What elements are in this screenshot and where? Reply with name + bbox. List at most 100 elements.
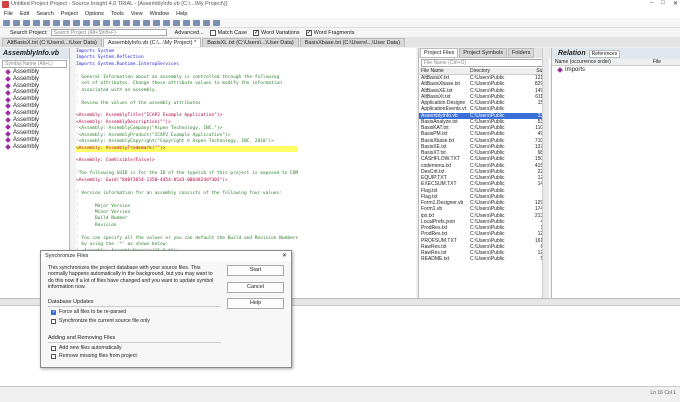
symbol-list-item[interactable]: Assembly (0, 110, 69, 117)
toolbar-tool-icon[interactable] (73, 19, 80, 26)
symbol-list-item[interactable]: Assembly (0, 83, 69, 90)
menu-tools[interactable]: Tools (111, 11, 124, 17)
word-fragments-checkbox[interactable] (305, 29, 312, 36)
toolbar-tool-icon[interactable] (63, 19, 70, 26)
cancel-button[interactable]: Cancel (227, 282, 284, 293)
symbol-list-item[interactable]: Assembly (0, 76, 69, 83)
menu-view[interactable]: View (131, 11, 143, 17)
toolbar-tool-icon[interactable] (153, 19, 160, 26)
file-name-search-input[interactable]: File Name (Ctrl+O) (421, 59, 548, 67)
menu-search[interactable]: Search (36, 11, 53, 17)
menu-file[interactable]: File (4, 11, 13, 17)
file-table: File Name Directory Size AltBasisX.txtC:… (419, 68, 547, 263)
advanced-button[interactable]: Advanced... (175, 30, 204, 36)
toolbar-tool-icon[interactable] (13, 19, 20, 26)
symbol-list-item[interactable]: Assembly (0, 137, 69, 144)
add-new-files-label: Add new files automatically (59, 345, 122, 351)
file-list-scrollbar[interactable] (542, 48, 549, 298)
symbol-list-item[interactable]: Assembly (0, 144, 69, 151)
toolbar-tool-icon[interactable] (203, 19, 210, 26)
symbol-icon (5, 76, 11, 83)
word-variations-checkbox[interactable] (253, 29, 259, 36)
symbol-label: Assembly (13, 109, 40, 116)
toolbar-tool-icon[interactable] (133, 19, 140, 26)
help-button[interactable]: Help (227, 298, 284, 309)
toolbar-tool-icon[interactable] (43, 19, 50, 26)
references-tab[interactable]: References (588, 49, 621, 58)
tab-project-symbols[interactable]: Project Symbols (459, 48, 508, 58)
symbol-icon (557, 66, 563, 73)
toolbar-tool-icon[interactable] (103, 19, 110, 26)
symbol-list-item[interactable]: Assembly (0, 103, 69, 110)
symbol-label: Assembly (13, 69, 40, 75)
force-reparse-checkbox[interactable] (51, 309, 56, 315)
database-updates-heading: Database Updates (48, 299, 94, 305)
add-new-files-checkbox[interactable] (51, 345, 56, 351)
dialog-close-icon[interactable]: ✕ (282, 252, 287, 259)
toolbar-tool-icon[interactable] (213, 19, 220, 26)
tab-basisxl[interactable]: BasisXL.txt (C:\Users\...\User Data) (202, 38, 299, 47)
adding-removing-heading: Adding and Removing Files (48, 335, 116, 341)
close-button[interactable]: ✕ (673, 0, 678, 9)
search-project-input[interactable]: Search Project (Alt+Shift+F) (50, 29, 167, 36)
start-button[interactable]: Start (227, 265, 284, 276)
tab-project-files[interactable]: Project Files (420, 48, 459, 58)
symbol-icon (5, 137, 11, 144)
symbol-icon (5, 69, 11, 76)
symbol-list-item[interactable]: Assembly (0, 130, 69, 137)
sync-current-label: Synchronize the current source file only (59, 318, 150, 324)
add-new-files-option[interactable]: Add new files automatically (51, 345, 122, 351)
search-project-label: Search Project: (10, 29, 48, 36)
tab-basisxbase[interactable]: BasisXbase.txt (C:\Users\...\User Data) (299, 38, 406, 47)
toolbar-tool-icon[interactable] (83, 19, 90, 26)
column-directory[interactable]: Directory (470, 68, 527, 74)
symbol-search-input[interactable]: Symbol Name (Alt+L) (2, 60, 67, 68)
minimize-button[interactable]: – (650, 0, 653, 9)
symbol-list-item[interactable]: Assembly (0, 117, 69, 124)
section-divider (48, 306, 221, 307)
toolbar-tool-icon[interactable] (23, 19, 30, 26)
relation-item[interactable]: Imports (552, 66, 680, 73)
section-divider (48, 342, 221, 343)
toolbar-tool-icon[interactable] (163, 19, 170, 26)
menu-options[interactable]: Options (85, 11, 104, 17)
remove-missing-label: Remove missing files from project (59, 353, 137, 359)
toolbar-tool-icon[interactable] (3, 19, 10, 26)
force-reparse-option[interactable]: Force all files to be re-parsed (51, 309, 126, 315)
symbol-list-item[interactable]: Assembly (0, 89, 69, 96)
toolbar-tool-icon[interactable] (53, 19, 60, 26)
relation-col-file[interactable]: File (653, 59, 661, 65)
dialog-description: This synchronizes the project database w… (48, 265, 214, 290)
toolbar-tool-icon[interactable] (183, 19, 190, 26)
toolbar-tool-icon[interactable] (143, 19, 150, 26)
tab-folders[interactable]: Folders (508, 48, 535, 58)
sync-current-checkbox[interactable] (51, 318, 56, 324)
symbol-label: Assembly (13, 102, 40, 109)
symbol-list-item[interactable]: Assembly (0, 69, 69, 76)
tab-assemblyinfo[interactable]: AssemblyInfo.vb (C:\...\My Project) * (102, 38, 202, 47)
window-controls: – □ ✕ (650, 0, 678, 9)
tab-altbasisx[interactable]: AltBasisX.txt (C:\Users\...\User Data) (2, 38, 102, 47)
sync-current-option[interactable]: Synchronize the current source file only (51, 318, 150, 324)
toolbar-tool-icon[interactable] (123, 19, 130, 26)
menu-project[interactable]: Project (61, 11, 78, 17)
symbol-list-item[interactable]: Assembly (0, 96, 69, 103)
column-file-name[interactable]: File Name (419, 68, 470, 74)
file-row[interactable]: README.txtC:\Users\Public58 (419, 256, 547, 262)
menu-help[interactable]: Help (176, 11, 187, 17)
toolbar-tool-icon[interactable] (33, 19, 40, 26)
file-table-header: File Name Directory Size (419, 68, 547, 75)
toolbar-tool-icon[interactable] (193, 19, 200, 26)
relation-col-name[interactable]: Name (occurrence order) (555, 59, 611, 65)
toolbar-tool-icon[interactable] (93, 19, 100, 26)
toolbar-tool-icon[interactable] (113, 19, 120, 26)
match-case-checkbox[interactable] (209, 29, 216, 36)
menu-window[interactable]: Window (150, 11, 170, 17)
code-text[interactable]: Imports System Imports System.Reflection I… (76, 49, 299, 274)
symbol-list-item[interactable]: Assembly (0, 123, 69, 130)
toolbar-tool-icon[interactable] (173, 19, 180, 26)
maximize-button[interactable]: □ (661, 0, 665, 9)
remove-missing-option[interactable]: Remove missing files from project (51, 353, 137, 359)
menu-edit[interactable]: Edit (20, 11, 29, 17)
remove-missing-checkbox[interactable] (51, 353, 56, 359)
